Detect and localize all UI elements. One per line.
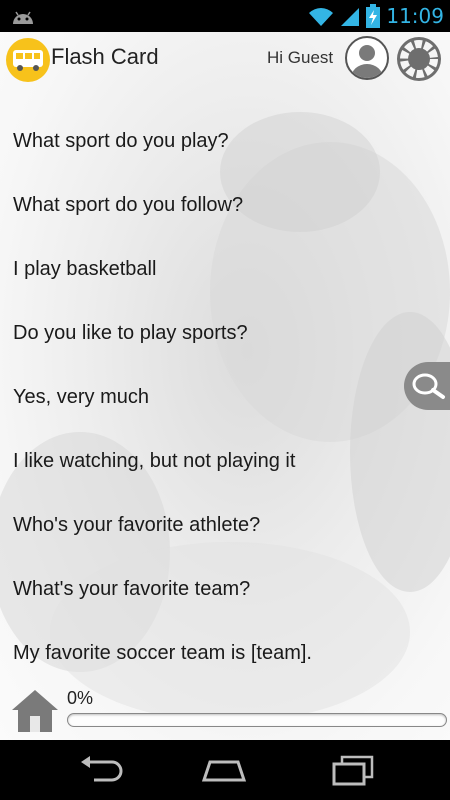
battery-charging-icon [366,4,381,28]
status-bar: 11:09 [0,0,450,32]
android-icon [13,11,33,24]
phrase-item[interactable]: What sport do you play? [13,130,229,153]
progress-bar [67,713,447,727]
phrase-item[interactable]: I play basketball [13,258,156,281]
app-title: Flash Card [51,44,159,69]
phrase-item[interactable]: What's your favorite team? [13,578,250,601]
phrase-item[interactable]: Yes, very much [13,386,149,409]
search-icon [412,373,445,399]
greeting-text: Hi Guest [267,48,334,67]
phrase-item[interactable]: I like watching, but not playing it [13,450,295,473]
user-avatar-icon[interactable] [345,36,389,80]
status-clock: 11:09 [386,4,444,28]
recent-apps-icon[interactable] [328,754,376,786]
bus-icon[interactable] [6,38,50,82]
app-header: Flash Card Hi Guest [0,32,450,88]
search-button[interactable] [404,362,450,410]
ring-menu-icon[interactable] [396,36,442,82]
phrase-item[interactable]: Do you like to play sports? [13,322,248,345]
phrase-item[interactable]: Who's your favorite athlete? [13,514,260,537]
app-content: Flash Card Hi Guest What sport do you pl… [0,32,450,740]
home-nav-icon[interactable] [200,754,248,786]
phrase-item[interactable]: What sport do you follow? [13,194,243,217]
phrase-item[interactable]: My favorite soccer team is [team]. [13,642,312,665]
navigation-bar [0,740,450,800]
cell-signal-icon [341,8,360,26]
progress-label: 0% [67,688,94,708]
home-icon[interactable] [10,688,60,734]
back-icon[interactable] [76,754,124,786]
wifi-icon [309,8,334,26]
